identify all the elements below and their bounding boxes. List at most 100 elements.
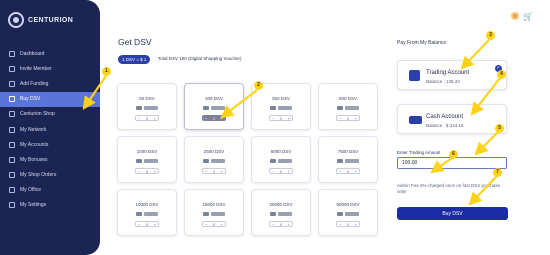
- dsv-card[interactable]: 100 DSV −1 +: [184, 83, 244, 130]
- sidebar-item-label: Buy DSV: [20, 96, 41, 103]
- quantity-stepper[interactable]: −0 +: [135, 168, 159, 174]
- dsv-card[interactable]: 500 DSV −0 +: [318, 83, 378, 130]
- dsv-card[interactable]: 7500 DSV −0 +: [318, 136, 378, 183]
- plus-button[interactable]: +: [355, 222, 357, 227]
- quantity-stepper[interactable]: −0 +: [336, 221, 360, 227]
- tag-badge: [345, 212, 359, 216]
- tag-badge: [337, 159, 343, 163]
- minus-button[interactable]: −: [339, 222, 341, 227]
- sidebar-item-my-bonuses[interactable]: My Bonuses: [0, 152, 100, 167]
- quantity-stepper[interactable]: −0 +: [336, 168, 360, 174]
- sidebar-item-my-network[interactable]: My Network: [0, 122, 100, 137]
- quantity-stepper[interactable]: −0 +: [135, 221, 159, 227]
- logo[interactable]: CENTURION: [8, 12, 73, 28]
- sidebar-item-buy-dsv[interactable]: Buy DSV ›: [0, 91, 100, 107]
- dsv-card[interactable]: 5000 DSV −0 +: [251, 136, 311, 183]
- sidebar-item-add-funding[interactable]: Add Funding: [0, 76, 100, 91]
- minus-button[interactable]: −: [138, 222, 140, 227]
- sidebar-item-label: My Bonuses: [20, 156, 48, 163]
- annotation-badge-6: 6: [449, 150, 458, 159]
- dsv-card-tags: [203, 212, 225, 216]
- minus-button[interactable]: −: [272, 169, 274, 174]
- quantity-value: 0: [279, 168, 283, 174]
- quantity-stepper[interactable]: −0 +: [202, 168, 226, 174]
- trading-account-balance: Balance : 135.43: [426, 79, 460, 84]
- sidebar-item-my-settings[interactable]: My Settings: [0, 198, 100, 213]
- plus-button[interactable]: +: [221, 169, 223, 174]
- sidebar: CENTURION Dashboard Invite Member Add Fu…: [0, 0, 100, 255]
- sidebar-item-centurion-shop[interactable]: Centurion Shop: [0, 107, 100, 122]
- quantity-value: 0: [145, 115, 149, 121]
- cash-account-balance: Balance : $ 344.16: [426, 123, 464, 128]
- minus-button[interactable]: −: [339, 169, 341, 174]
- minus-button[interactable]: −: [138, 116, 140, 121]
- quantity-stepper[interactable]: −0 +: [269, 221, 293, 227]
- quantity-stepper[interactable]: −1 +: [202, 115, 226, 121]
- plus-button[interactable]: +: [288, 116, 290, 121]
- minus-button[interactable]: −: [339, 116, 341, 121]
- minus-button[interactable]: −: [272, 116, 274, 121]
- cash-account-card[interactable]: Cash Account Balance : $ 344.16: [397, 104, 507, 134]
- plus-button[interactable]: +: [154, 169, 156, 174]
- plus-button[interactable]: +: [221, 222, 223, 227]
- plus-button[interactable]: +: [154, 222, 156, 227]
- sidebar-item-label: My Office: [20, 187, 42, 194]
- tag-badge: [203, 106, 209, 110]
- dsv-card[interactable]: 1000 DSV −0 +: [117, 136, 177, 183]
- quantity-value: 0: [346, 221, 350, 227]
- quantity-stepper[interactable]: −0 +: [269, 115, 293, 121]
- tag-badge: [278, 212, 292, 216]
- cart-icon[interactable]: 🛒: [523, 12, 533, 21]
- quantity-stepper[interactable]: −0 +: [269, 168, 293, 174]
- plus-button[interactable]: +: [221, 116, 223, 121]
- admin-fee-note: Admin Fee 3% charged once on first DSV p…: [397, 183, 501, 194]
- buy-dsv-button[interactable]: Buy DSV: [397, 207, 508, 220]
- dsv-card-tags: [136, 106, 158, 110]
- plus-button[interactable]: +: [288, 222, 290, 227]
- plus-button[interactable]: +: [288, 169, 290, 174]
- dsv-card-tags: [337, 159, 359, 163]
- plus-button[interactable]: +: [355, 116, 357, 121]
- quantity-value: 0: [279, 221, 283, 227]
- dsv-card[interactable]: 25000 DSV −0 +: [251, 189, 311, 236]
- quantity-stepper[interactable]: −0 +: [202, 221, 226, 227]
- quantity-stepper[interactable]: −0 +: [336, 115, 360, 121]
- sidebar-item-my-accounts[interactable]: My Accounts: [0, 137, 100, 152]
- logo-icon: [8, 12, 24, 28]
- plus-button[interactable]: +: [154, 116, 156, 121]
- sidebar-item-label: My Shop Orders: [20, 172, 57, 179]
- dsv-card[interactable]: 250 DSV −0 +: [251, 83, 311, 130]
- shop-icon: [9, 111, 15, 118]
- sidebar-item-label: My Settings: [20, 202, 47, 209]
- plus-button[interactable]: +: [355, 169, 357, 174]
- dsv-card[interactable]: 50000 DSV −0 +: [318, 189, 378, 236]
- minus-button[interactable]: −: [272, 222, 274, 227]
- tag-badge: [136, 159, 142, 163]
- sidebar-item-my-shop-orders[interactable]: My Shop Orders: [0, 168, 100, 183]
- sidebar-item-my-office[interactable]: My Office: [0, 183, 100, 198]
- minus-button[interactable]: −: [205, 116, 207, 121]
- annotation-badge-1: 1: [102, 67, 111, 76]
- dsv-card[interactable]: 50 DSV −0 +: [117, 83, 177, 130]
- dsv-card[interactable]: 15000 DSV −0 +: [184, 189, 244, 236]
- annotation-badge-4: 4: [497, 70, 506, 79]
- trading-account-card[interactable]: Trading Account Balance : 135.43 ✓: [397, 60, 507, 90]
- dsv-card[interactable]: 10000 DSV −0 +: [117, 189, 177, 236]
- gear-icon[interactable]: [511, 12, 519, 20]
- dsv-card[interactable]: 2500 DSV −0 +: [184, 136, 244, 183]
- sidebar-item-invite-member[interactable]: Invite Member: [0, 61, 100, 76]
- sidebar-item-dashboard[interactable]: Dashboard: [0, 46, 100, 61]
- minus-button[interactable]: −: [205, 222, 207, 227]
- settings-icon: [9, 202, 15, 209]
- pay-from-balance-title: Pay From My Balance: [397, 40, 447, 46]
- logo-text: CENTURION: [28, 16, 74, 24]
- quantity-stepper[interactable]: −0 +: [135, 115, 159, 121]
- tag-badge: [203, 159, 209, 163]
- minus-button[interactable]: −: [205, 169, 207, 174]
- dsv-card-tags: [270, 106, 292, 110]
- minus-button[interactable]: −: [138, 169, 140, 174]
- rate-chip: 1 DSV = $ 1: [118, 55, 151, 64]
- tag-badge: [136, 106, 142, 110]
- dsv-card-tags: [136, 212, 158, 216]
- sidebar-item-label: Invite Member: [20, 65, 52, 72]
